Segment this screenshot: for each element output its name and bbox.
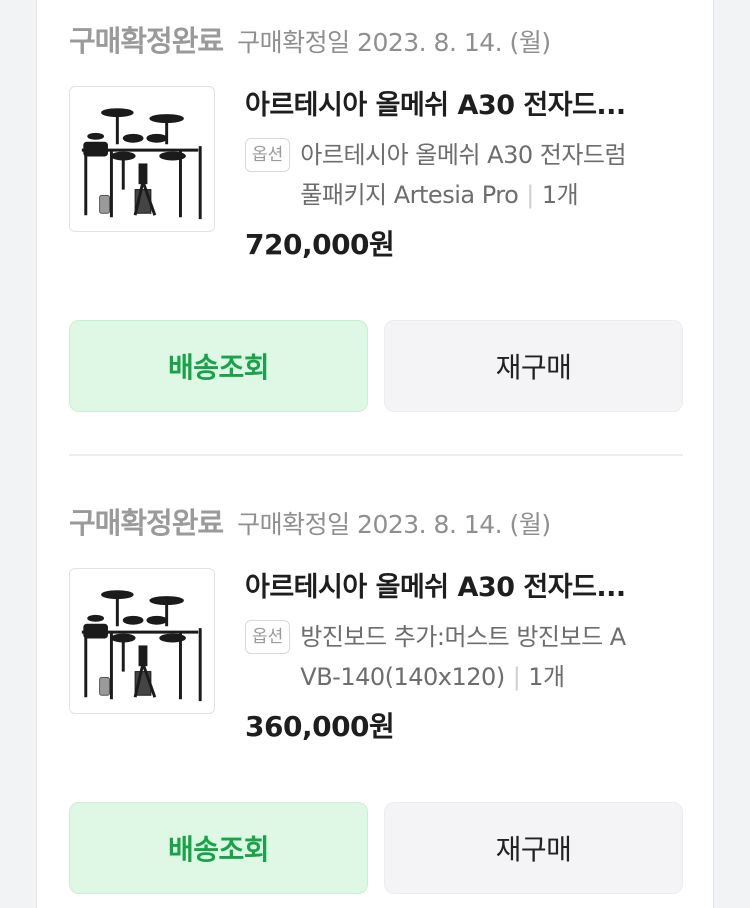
option-text: 아르테시아 올메쉬 A30 전자드럼 풀패키지 Artesia Pro | 1개 bbox=[300, 135, 626, 215]
product-title[interactable]: 아르테시아 올메쉬 A30 전자드... bbox=[245, 86, 685, 126]
separator: | bbox=[512, 663, 521, 691]
track-delivery-button[interactable]: 배송조회 bbox=[69, 802, 368, 894]
option-line-2: VB-140(140x120) | 1개 bbox=[300, 657, 625, 697]
product-title[interactable]: 아르테시아 올메쉬 A30 전자드... bbox=[245, 568, 685, 608]
order-status-row: 구매확정완료 구매확정일 2023. 8. 14. (월) bbox=[69, 500, 683, 544]
order-status: 구매확정완료 bbox=[69, 24, 224, 58]
product-price: 360,000원 bbox=[245, 710, 395, 743]
option-row: 옵션 방진보드 추가:머스트 방진보드 A VB-140(140x120) | 1개 bbox=[245, 620, 685, 697]
option-text: 방진보드 추가:머스트 방진보드 A VB-140(140x120) | 1개 bbox=[300, 617, 626, 697]
product-thumbnail[interactable] bbox=[69, 86, 215, 232]
rebuy-button[interactable]: 재구매 bbox=[384, 320, 683, 412]
option-line: 아르테시아 올메쉬 A30 전자드럼 bbox=[300, 141, 627, 169]
product-info: 아르테시아 올메쉬 A30 전자드... 옵션 아르테시아 올메쉬 A30 전자… bbox=[245, 86, 685, 263]
order-divider bbox=[69, 454, 683, 456]
product-info: 아르테시아 올메쉬 A30 전자드... 옵션 방진보드 추가:머스트 방진보드… bbox=[245, 568, 685, 745]
product-price: 720,000원 bbox=[245, 228, 395, 261]
option-line: VB-140(140x120) bbox=[300, 663, 505, 691]
order-item: 구매확정완료 구매확정일 2023. 8. 14. (월) 아르테시아 올메쉬 … bbox=[69, 18, 683, 412]
order-status-row: 구매확정완료 구매확정일 2023. 8. 14. (월) bbox=[69, 18, 683, 62]
option-line: 방진보드 추가:머스트 방진보드 A bbox=[300, 623, 626, 651]
order-list-card: 구매확정완료 구매확정일 2023. 8. 14. (월) 아르테시아 올메쉬 … bbox=[36, 0, 714, 908]
order-actions: 배송조회 재구매 bbox=[69, 802, 683, 894]
confirm-date: 구매확정일 2023. 8. 14. (월) bbox=[237, 510, 551, 539]
option-badge: 옵션 bbox=[245, 138, 291, 172]
rebuy-button[interactable]: 재구매 bbox=[384, 802, 683, 894]
option-badge: 옵션 bbox=[245, 620, 291, 654]
order-item: 구매확정완료 구매확정일 2023. 8. 14. (월) 아르테시아 올메쉬 … bbox=[69, 500, 683, 894]
order-status: 구매확정완료 bbox=[69, 506, 224, 540]
drum-kit-icon bbox=[81, 590, 202, 702]
order-actions: 배송조회 재구매 bbox=[69, 320, 683, 412]
confirm-date: 구매확정일 2023. 8. 14. (월) bbox=[237, 28, 551, 57]
option-row: 옵션 아르테시아 올메쉬 A30 전자드럼 풀패키지 Artesia Pro | 1… bbox=[245, 138, 685, 215]
product-thumbnail[interactable] bbox=[69, 568, 215, 714]
quantity: 1개 bbox=[541, 181, 579, 209]
option-line: 풀패키지 Artesia Pro bbox=[300, 181, 519, 209]
drum-kit-icon bbox=[81, 108, 202, 220]
track-delivery-button[interactable]: 배송조회 bbox=[69, 320, 368, 412]
option-line-2: 풀패키지 Artesia Pro | 1개 bbox=[300, 175, 626, 215]
separator: | bbox=[526, 181, 534, 209]
quantity: 1개 bbox=[528, 663, 565, 691]
